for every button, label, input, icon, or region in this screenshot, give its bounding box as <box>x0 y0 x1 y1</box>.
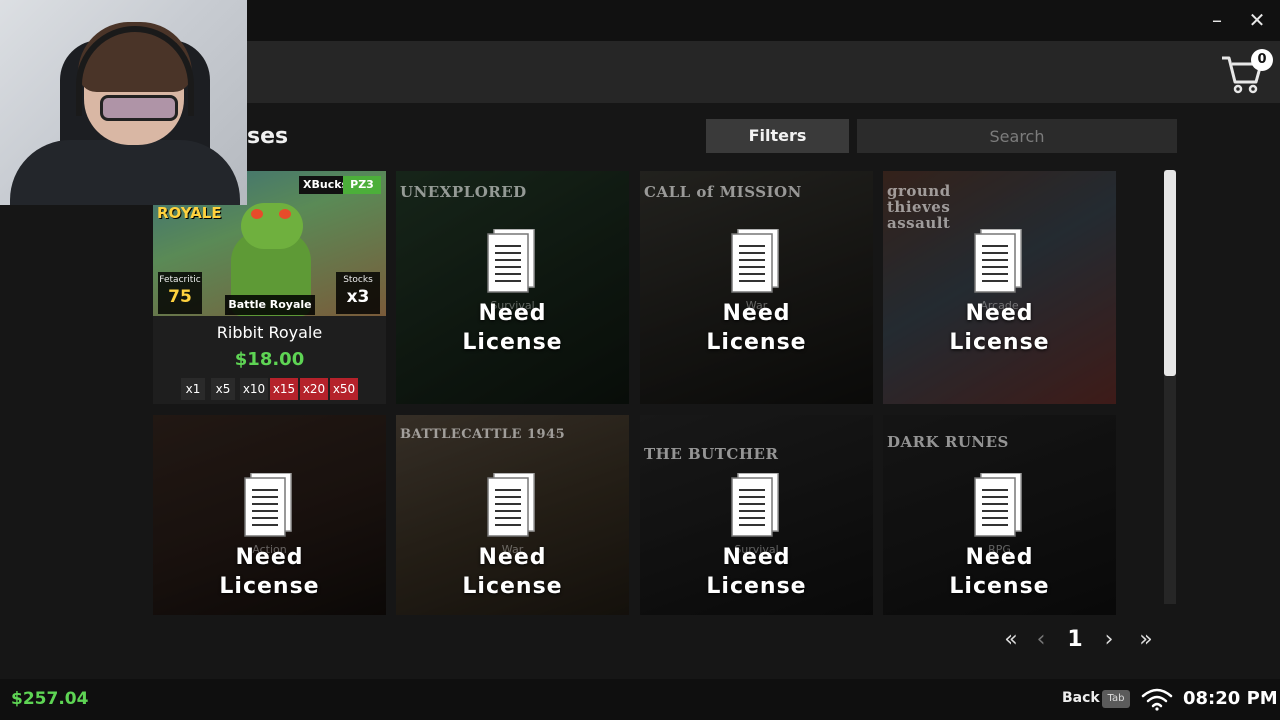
need-label: Need <box>235 545 304 570</box>
featured-game-card[interactable]: ROYALE XBucks PZ3 Fetacritic 75 Battle R… <box>153 171 386 404</box>
scrollbar-thumb[interactable] <box>1164 170 1176 376</box>
cover-title: ground thieves assault <box>887 182 951 232</box>
back-button[interactable]: Back <box>1062 690 1100 706</box>
qty-x10-button[interactable]: x10 <box>240 378 268 400</box>
game-price: $18.00 <box>234 349 305 370</box>
search-input[interactable] <box>857 119 1177 153</box>
next-page-button[interactable]: › <box>1098 625 1120 655</box>
license-label: License <box>706 330 807 355</box>
stocks-label: Stocks <box>343 275 373 285</box>
license-label: License <box>949 330 1050 355</box>
clock: 08:20 PM <box>1183 688 1278 709</box>
frog-eye-right <box>279 209 291 219</box>
qty-x50-button[interactable]: x50 <box>330 378 358 400</box>
metacritic-label: Fetacritic <box>159 275 201 285</box>
license-document-icon <box>731 229 779 293</box>
game-name: Ribbit Royale <box>216 323 323 342</box>
frog-eye-left <box>251 209 263 219</box>
license-label: License <box>219 574 320 599</box>
license-label: License <box>706 574 807 599</box>
metacritic-score: 75 <box>168 287 192 307</box>
current-page: 1 <box>1067 627 1083 652</box>
license-label: License <box>462 330 563 355</box>
game-card-locked[interactable]: CALL of MISSION War Need License <box>640 171 873 404</box>
first-page-button[interactable]: « <box>998 625 1024 655</box>
webcam-overlay <box>0 0 247 205</box>
license-document-icon <box>244 473 292 537</box>
frog-head <box>241 203 303 249</box>
platform-tag: PZ3 <box>343 176 381 194</box>
license-document-icon <box>974 473 1022 537</box>
game-card-locked[interactable]: ground thieves assault Arcade Need Licen… <box>883 171 1116 404</box>
cover-title: UNEXPLORED <box>400 183 527 201</box>
need-label: Need <box>478 545 547 570</box>
license-label: License <box>462 574 563 599</box>
game-card-locked[interactable]: THE BUTCHER Survival Need License <box>640 415 873 615</box>
qty-x1-button[interactable]: x1 <box>181 378 205 400</box>
game-card-locked[interactable]: BATTLECATTLE 1945 War Need License <box>396 415 629 615</box>
qty-x20-button[interactable]: x20 <box>300 378 328 400</box>
minimize-icon[interactable]: – <box>1205 8 1229 32</box>
stocks-box: Stocks x3 <box>336 272 380 314</box>
cover-logo-text: ROYALE <box>157 204 222 222</box>
game-card-locked[interactable]: Action Need License <box>153 415 386 615</box>
tab-key-hint: Tab <box>1102 690 1130 708</box>
cover-title: BATTLECATTLE 1945 <box>400 427 566 442</box>
need-label: Need <box>722 301 791 326</box>
cover-title: THE BUTCHER <box>644 445 779 463</box>
webcam-person-body <box>10 140 240 205</box>
metacritic-box: Fetacritic 75 <box>158 272 202 314</box>
cover-title: DARK RUNES <box>887 433 1009 451</box>
need-label: Need <box>965 545 1034 570</box>
need-label: Need <box>965 301 1034 326</box>
game-card-locked[interactable]: DARK RUNES RPG Need License <box>883 415 1116 615</box>
need-label: Need <box>722 545 791 570</box>
game-card-locked[interactable]: UNEXPLORED Survival Need License <box>396 171 629 404</box>
glasses-icon <box>100 95 178 121</box>
filters-button[interactable]: Filters <box>706 119 849 153</box>
page-title: ses <box>247 124 289 149</box>
genre-label: Battle Royale <box>225 295 315 315</box>
license-label: License <box>949 574 1050 599</box>
need-label: Need <box>478 301 547 326</box>
wallet-balance: $257.04 <box>11 689 89 709</box>
cart-count-badge: 0 <box>1251 49 1273 71</box>
close-icon[interactable]: ✕ <box>1245 8 1269 32</box>
last-page-button[interactable]: » <box>1133 625 1159 655</box>
license-document-icon <box>487 473 535 537</box>
stocks-value: x3 <box>346 287 370 307</box>
license-document-icon <box>974 229 1022 293</box>
wifi-icon <box>1141 688 1173 711</box>
license-document-icon <box>487 229 535 293</box>
prev-page-button[interactable]: ‹ <box>1030 625 1052 655</box>
cover-title: CALL of MISSION <box>644 183 802 201</box>
license-document-icon <box>731 473 779 537</box>
qty-x15-button[interactable]: x15 <box>270 378 298 400</box>
qty-x5-button[interactable]: x5 <box>211 378 235 400</box>
